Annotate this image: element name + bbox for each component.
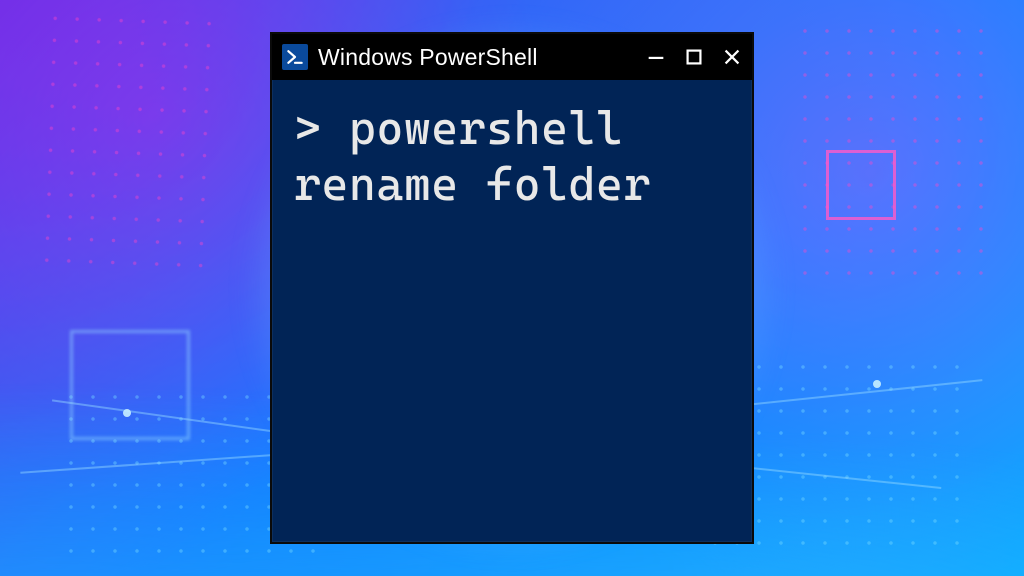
close-button[interactable] bbox=[720, 45, 744, 69]
window-title: Windows PowerShell bbox=[318, 44, 634, 71]
window-controls bbox=[644, 45, 744, 69]
minimize-button[interactable] bbox=[644, 45, 668, 69]
powershell-icon bbox=[282, 44, 308, 70]
prompt-symbol: > bbox=[294, 101, 349, 155]
maximize-button[interactable] bbox=[682, 45, 706, 69]
powershell-window: Windows PowerShell > powershell rename f… bbox=[270, 32, 754, 544]
terminal-body[interactable]: > powershell rename folder bbox=[272, 80, 752, 542]
titlebar[interactable]: Windows PowerShell bbox=[272, 34, 752, 80]
